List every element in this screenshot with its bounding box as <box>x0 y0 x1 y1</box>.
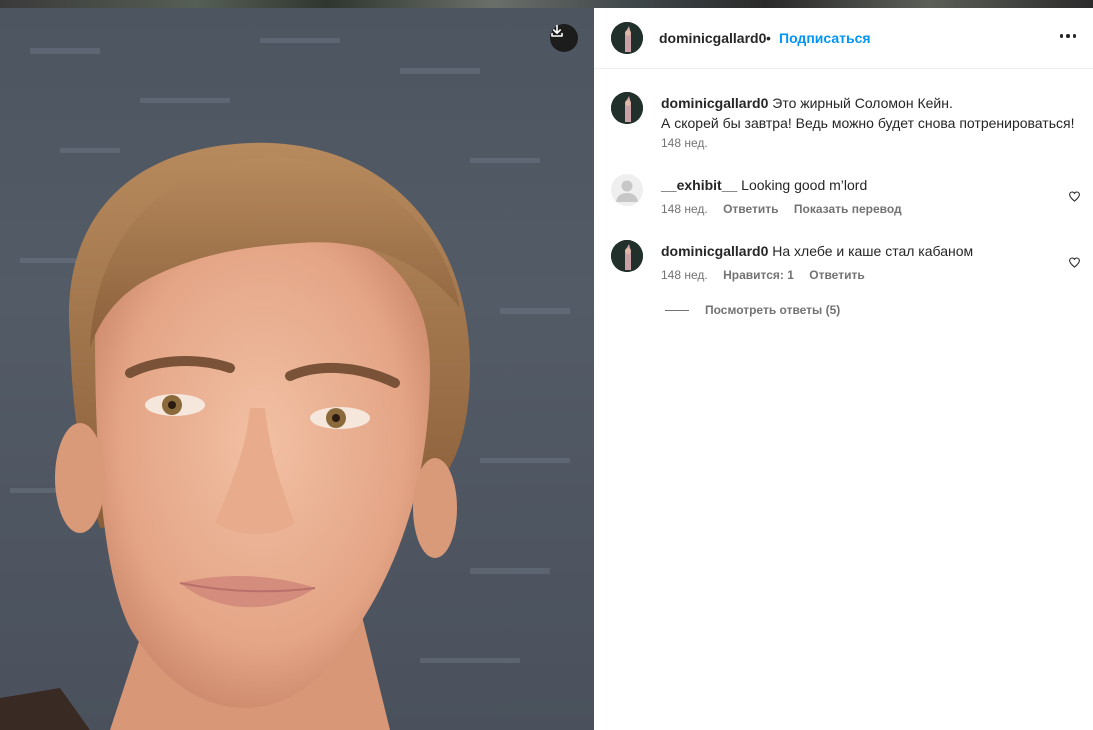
comment-meta: 148 нед. <box>661 136 720 150</box>
commenter-avatar[interactable] <box>611 92 643 124</box>
reply-button[interactable]: Ответить <box>809 268 864 282</box>
avatar-image <box>611 22 643 54</box>
comment-username[interactable]: __exhibit__ <box>661 177 737 193</box>
comment-time[interactable]: 148 нед. <box>661 136 708 150</box>
comment-username[interactable]: dominicgallard0 <box>661 243 768 259</box>
more-options-button[interactable] <box>1056 24 1080 48</box>
comment-time[interactable]: 148 нед. <box>661 202 708 216</box>
commenter-avatar[interactable] <box>611 174 643 206</box>
separator-dot: • <box>766 30 771 46</box>
commenter-avatar[interactable] <box>611 240 643 272</box>
view-replies-label: Посмотреть ответы (5) <box>705 303 841 317</box>
background-feed-strip <box>0 0 1093 8</box>
comment-body: Looking good m’lord <box>741 177 868 193</box>
comment-body: На хлебе и каше стал кабаном <box>772 243 974 259</box>
portrait-image <box>0 38 570 730</box>
download-icon <box>551 24 563 37</box>
heart-outline-icon[interactable] <box>1068 190 1081 203</box>
download-button[interactable] <box>550 24 578 52</box>
comment-body-line1: Это жирный Соломон Кейн. <box>772 95 953 111</box>
post-photo <box>0 8 594 730</box>
replies-divider-line <box>665 309 689 311</box>
comment-meta: 148 нед. Нравится: 1 Ответить <box>661 268 877 282</box>
author-username[interactable]: dominicgallard0 <box>659 30 766 46</box>
avatar-image <box>611 92 643 124</box>
comment-meta: 148 нед. Ответить Показать перевод <box>661 202 914 216</box>
comment-username[interactable]: dominicgallard0 <box>661 95 768 111</box>
comments-panel: dominicgallard0 • Подписаться dominicgal… <box>594 8 1093 730</box>
more-horizontal-icon <box>1059 34 1064 38</box>
translate-button[interactable]: Показать перевод <box>794 202 902 216</box>
default-avatar-icon <box>611 174 643 206</box>
avatar-image <box>611 240 643 272</box>
post-header: dominicgallard0 • Подписаться <box>594 8 1093 69</box>
comment-body-line2: А скорей бы завтра! Ведь можно будет сно… <box>661 115 1075 131</box>
view-replies-button[interactable]: Посмотреть ответы (5) <box>665 303 840 317</box>
reply-button[interactable]: Ответить <box>723 202 778 216</box>
heart-outline-icon[interactable] <box>1068 256 1081 269</box>
likes-count[interactable]: Нравится: 1 <box>723 268 794 282</box>
comment-text: dominicgallard0 Это жирный Соломон Кейн.… <box>661 93 1081 133</box>
comment-text: __exhibit__ Looking good m’lord <box>661 175 1081 195</box>
author-avatar[interactable] <box>611 22 643 54</box>
comment-text: dominicgallard0 На хлебе и каше стал каб… <box>661 241 1081 261</box>
comment-time[interactable]: 148 нед. <box>661 268 708 282</box>
follow-button[interactable]: Подписаться <box>779 30 871 46</box>
